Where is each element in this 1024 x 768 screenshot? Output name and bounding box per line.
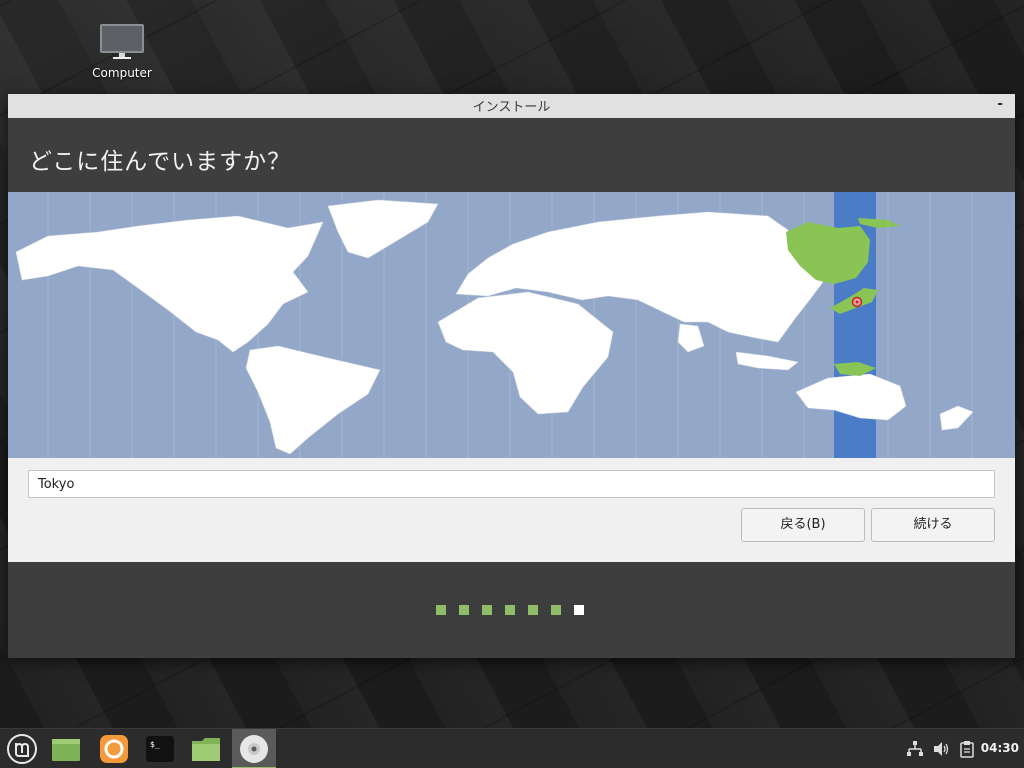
progress-indicator (436, 605, 597, 615)
progress-step (459, 605, 469, 615)
computer-icon (100, 24, 144, 59)
files-icon (192, 738, 220, 761)
installer-button[interactable] (232, 729, 276, 768)
progress-step (482, 605, 492, 615)
page-title: どこに住んでいますか？ (29, 149, 292, 175)
desktop-icon-label: Computer (92, 66, 152, 80)
volume-icon[interactable] (932, 740, 950, 758)
taskbar: $_ 04:30 (0, 728, 1024, 768)
files-button[interactable] (184, 729, 228, 768)
back-button[interactable]: 戻る(B) (741, 508, 865, 542)
installer-window: インストール - どこに住んでいますか？ Tokyo 戻る(B) 続ける (8, 94, 1015, 658)
clipboard-icon[interactable] (958, 740, 976, 758)
svg-text:$_: $_ (150, 740, 160, 749)
progress-step (436, 605, 446, 615)
network-icon[interactable] (906, 740, 924, 758)
window-titlebar[interactable]: インストール - (8, 94, 1015, 118)
continue-button[interactable]: 続ける (871, 508, 995, 542)
installer-disc-icon (240, 735, 268, 763)
progress-footer (8, 562, 1015, 658)
progress-step-current (574, 605, 584, 615)
desktop-icon-computer[interactable]: Computer (80, 24, 164, 80)
progress-step (551, 605, 561, 615)
timezone-marker[interactable] (851, 296, 863, 308)
page-header: どこに住んでいますか？ (8, 118, 1015, 192)
menu-icon (7, 734, 37, 764)
timezone-input[interactable] (28, 470, 995, 498)
terminal-button[interactable]: $_ (138, 729, 182, 768)
progress-step (528, 605, 538, 615)
show-desktop-button[interactable] (44, 729, 88, 768)
progress-step (505, 605, 515, 615)
world-timezone-map[interactable] (8, 192, 1015, 458)
menu-button[interactable] (0, 729, 44, 768)
terminal-icon: $_ (146, 736, 174, 762)
firefox-button[interactable] (92, 729, 136, 768)
show-desktop-icon (52, 739, 80, 761)
minimize-button[interactable]: - (997, 94, 1003, 114)
timezone-panel: 戻る(B) 続ける (8, 192, 1015, 562)
clock[interactable]: 04:30 (981, 741, 1019, 755)
firefox-icon (100, 735, 128, 763)
window-title: インストール (472, 100, 551, 115)
